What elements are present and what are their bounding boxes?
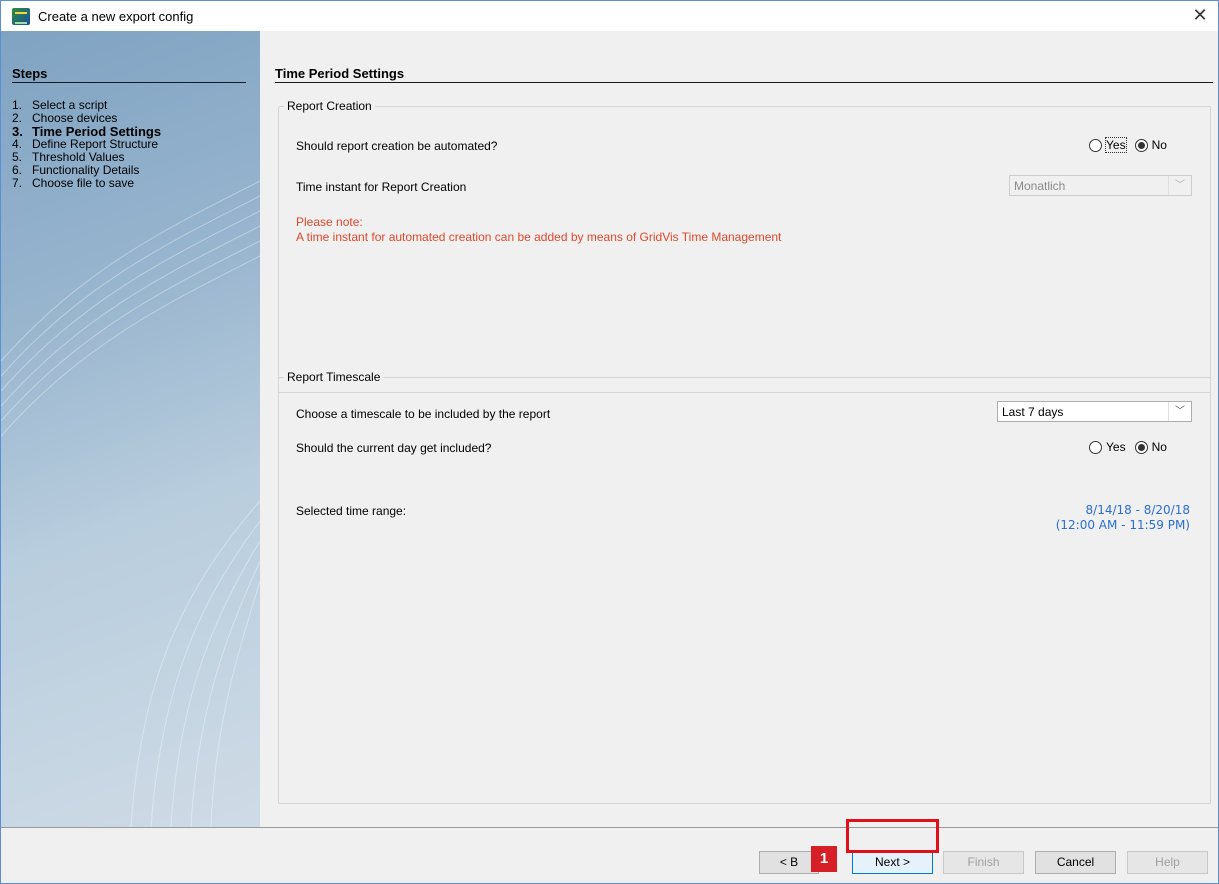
- next-button[interactable]: Next >: [852, 851, 933, 874]
- export-config-dialog: Create a new export config ✕ Steps 1. Sel…: [0, 0, 1219, 884]
- current-day-yes-radio[interactable]: [1089, 440, 1102, 454]
- steps-heading: Steps: [12, 66, 48, 81]
- automate-yes-label[interactable]: Yes: [1105, 137, 1127, 153]
- instant-select: Monatlich ﹀: [1009, 175, 1192, 196]
- page-title: Time Period Settings: [275, 66, 405, 81]
- gridvis-app-icon: [12, 8, 30, 25]
- automate-question: Should report creation be automated?: [296, 139, 498, 153]
- instant-select-value: Monatlich: [1014, 179, 1066, 193]
- step-label: Functionality Details: [32, 163, 140, 177]
- current-day-question: Should the current day get included?: [296, 441, 492, 455]
- step-label: Select a script: [32, 98, 108, 112]
- range-label: Selected time range:: [296, 504, 407, 518]
- window-title: Create a new export config: [38, 9, 194, 24]
- range-dates: 8/14/18 - 8/20/18: [1085, 503, 1190, 517]
- title-bar: Create a new export config ✕: [1, 1, 1218, 31]
- report-timescale-legend: Report Timescale: [287, 370, 381, 384]
- instant-label: Time instant for Report Creation: [296, 180, 467, 194]
- range-times: (12:00 AM - 11:59 PM): [1055, 518, 1190, 532]
- report-creation-legend: Report Creation: [287, 99, 372, 113]
- steps-sidebar: Steps 1. Select a script 2. Choose devices…: [1, 31, 260, 827]
- step-label: Define Report Structure: [32, 137, 159, 151]
- step-marker-badge: 1: [811, 846, 837, 872]
- step-label: Threshold Values: [32, 150, 125, 164]
- current-day-no-label[interactable]: No: [1152, 440, 1167, 454]
- step-number: 7.: [12, 176, 23, 190]
- close-icon[interactable]: ✕: [1186, 4, 1214, 28]
- current-day-yes-label[interactable]: Yes: [1106, 440, 1126, 454]
- timescale-label: Choose a timescale to be included by the…: [296, 407, 551, 421]
- main-panel: Time Period Settings Report Creation Sho…: [260, 31, 1218, 827]
- automate-no-label[interactable]: No: [1152, 138, 1167, 152]
- automate-radio-group: Yes No: [1089, 137, 1176, 153]
- timescale-select-value: Last 7 days: [1002, 405, 1064, 419]
- help-button: Help: [1127, 851, 1208, 874]
- step-label: Choose file to save: [32, 176, 135, 190]
- note-heading: Please note:: [296, 215, 363, 229]
- steps-list: 1. Select a script 2. Choose devices 3. Tim…: [12, 99, 161, 190]
- automate-no-radio[interactable]: [1134, 138, 1148, 152]
- current-day-no-radio[interactable]: [1134, 440, 1148, 454]
- note-text: A time instant for automated creation ca…: [296, 230, 782, 244]
- finish-button: Finish: [943, 851, 1024, 874]
- timescale-select[interactable]: Last 7 days ﹀: [997, 401, 1192, 422]
- current-day-radio-group: Yes No: [1089, 440, 1176, 454]
- steps-divider: [12, 82, 246, 83]
- button-bar: < B Next > Finish Cancel Help: [1, 827, 1218, 883]
- chevron-down-icon[interactable]: ﹀: [1168, 402, 1191, 421]
- title-divider: [275, 82, 1213, 83]
- automate-yes-radio[interactable]: [1089, 138, 1102, 152]
- back-button[interactable]: < B: [759, 851, 819, 874]
- report-timescale-group: Report Timescale: [278, 370, 1211, 804]
- chevron-down-icon: ﹀: [1168, 176, 1191, 195]
- cancel-button[interactable]: Cancel: [1035, 851, 1116, 874]
- next-button-highlight: [846, 819, 939, 853]
- step-label: Choose devices: [32, 111, 118, 125]
- step-item: 7. Choose file to save: [12, 177, 161, 190]
